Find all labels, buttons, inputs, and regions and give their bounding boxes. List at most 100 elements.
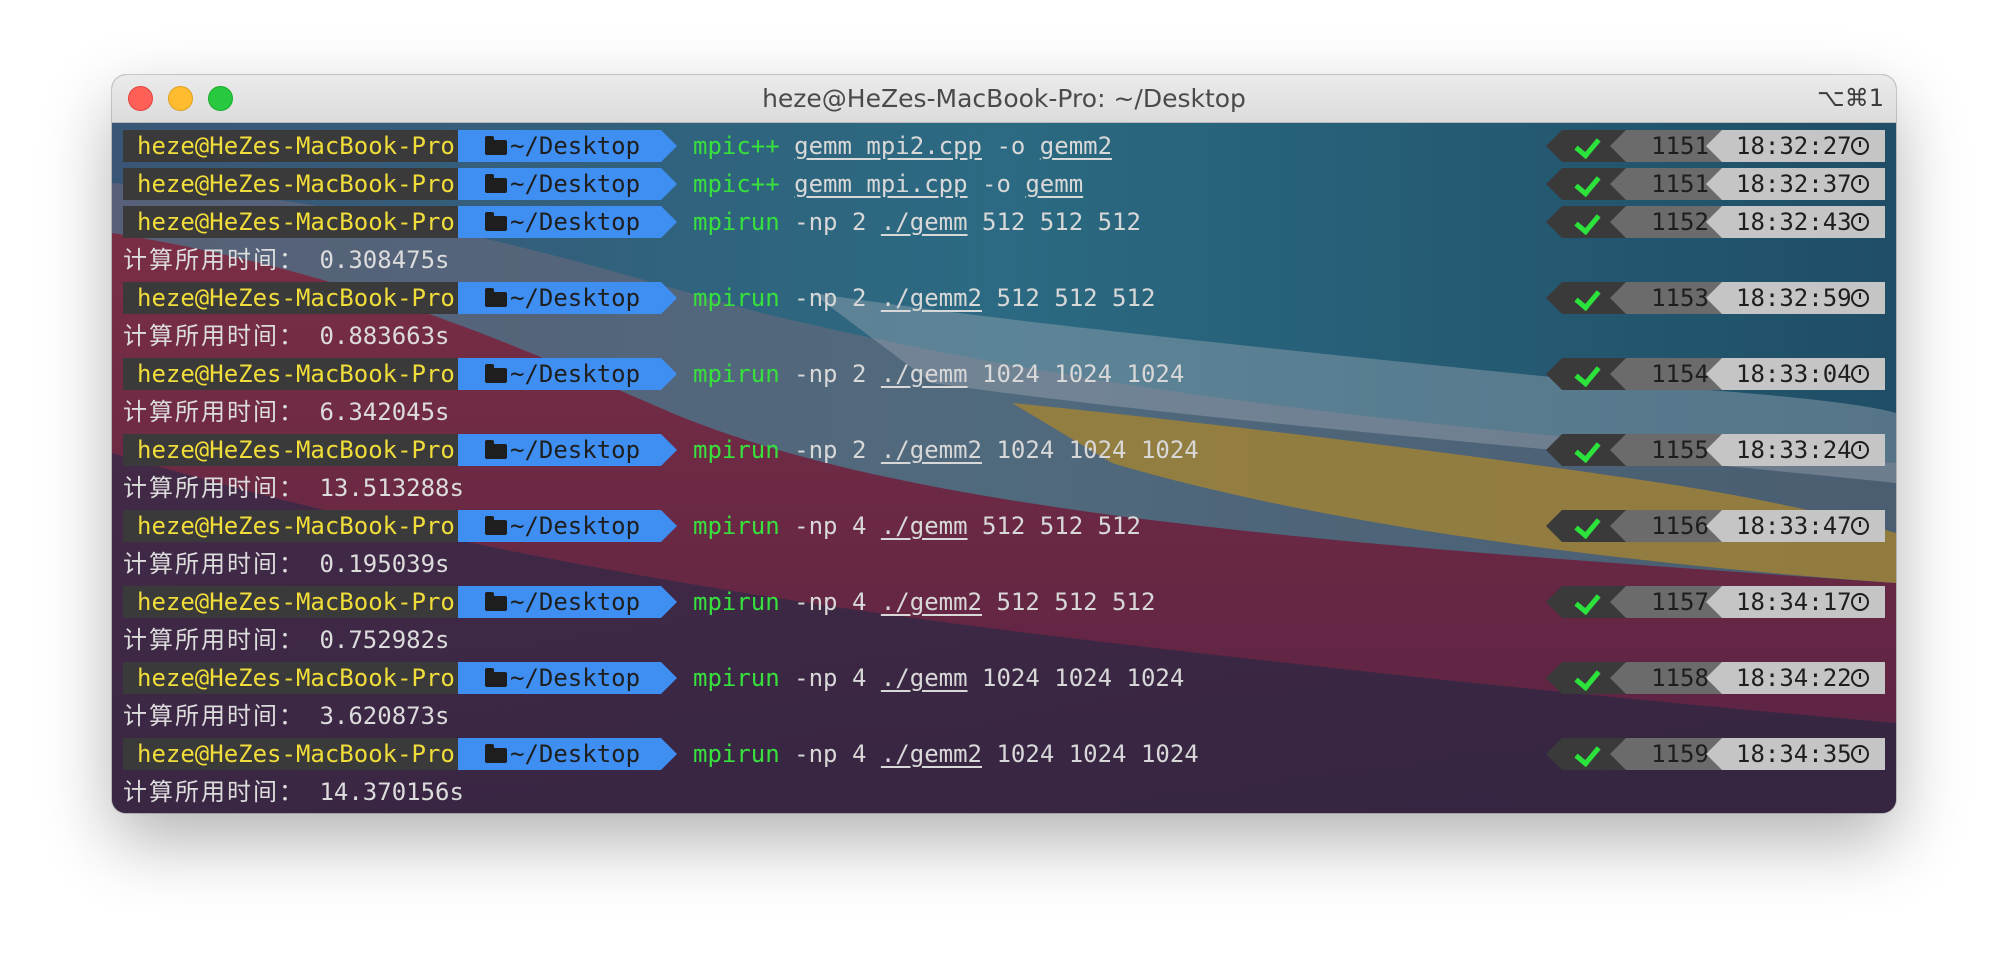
prompt-directory: ~/Desktop	[458, 130, 677, 162]
output-line: 计算所用时间： 0.195039s	[123, 545, 1886, 583]
command-line: heze@HeZes-MacBook-Pro ~/Desktop mpirun -n…	[123, 583, 1886, 621]
clock-icon	[1851, 669, 1869, 687]
prompt-directory-label: ~/Desktop	[510, 512, 641, 540]
folder-icon	[485, 744, 507, 763]
command-line: heze@HeZes-MacBook-Pro ~/Desktop mpic++ ge…	[123, 165, 1886, 203]
command-file[interactable]: ./gemm	[881, 512, 968, 540]
prompt-time: 18:33:04	[1706, 358, 1885, 390]
prompt-directory: ~/Desktop	[458, 358, 677, 390]
command-file[interactable]: ./gemm	[881, 208, 968, 236]
command-program: mpirun	[693, 360, 780, 388]
prompt-user: heze@HeZes-MacBook-Pro	[123, 434, 474, 466]
command-file[interactable]: gemm_mpi2.cpp	[794, 132, 982, 160]
command-file[interactable]: ./gemm2	[881, 740, 982, 768]
prompt-time: 18:32:43	[1706, 206, 1885, 238]
output-value: 14.370156s	[305, 778, 464, 806]
command-line: heze@HeZes-MacBook-Pro ~/Desktop mpirun -n…	[123, 431, 1886, 469]
prompt-directory-label: ~/Desktop	[510, 170, 641, 198]
prompt-user: heze@HeZes-MacBook-Pro	[123, 130, 474, 162]
command-file[interactable]: gemm2	[1040, 132, 1112, 160]
prompt-user: heze@HeZes-MacBook-Pro	[123, 358, 474, 390]
output-value: 0.308475s	[305, 246, 450, 274]
check-icon	[1574, 169, 1601, 198]
output-line: 计算所用时间： 0.752982s	[123, 621, 1886, 659]
command-file[interactable]: ./gemm2	[881, 284, 982, 312]
command-file[interactable]: ./gemm2	[881, 436, 982, 464]
check-icon	[1574, 131, 1601, 160]
command-program: mpic++	[693, 132, 780, 160]
command-file[interactable]: gemm	[1025, 170, 1083, 198]
output-label: 计算所用时间：	[123, 246, 305, 274]
output-value: 13.513288s	[305, 474, 464, 502]
command-line: heze@HeZes-MacBook-Pro ~/Desktop mpirun -n…	[123, 355, 1886, 393]
command-text[interactable]: mpirun -np 4 ./gemm 512 512 512	[693, 507, 1141, 545]
terminal-content[interactable]: heze@HeZes-MacBook-Pro ~/Desktop mpic++ ge…	[112, 123, 1896, 813]
prompt-time: 18:32:27	[1706, 130, 1885, 162]
command-line: heze@HeZes-MacBook-Pro ~/Desktop mpirun -n…	[123, 735, 1886, 773]
prompt-time: 18:32:59	[1706, 282, 1885, 314]
command-args: -o	[982, 132, 1040, 160]
output-value: 6.342045s	[305, 398, 450, 426]
output-line: 计算所用时间： 0.883663s	[123, 317, 1886, 355]
prompt-directory-label: ~/Desktop	[510, 740, 641, 768]
prompt-user: heze@HeZes-MacBook-Pro	[123, 586, 474, 618]
command-text[interactable]: mpirun -np 2 ./gemm 512 512 512	[693, 203, 1141, 241]
window-title: heze@HeZes-MacBook-Pro: ~/Desktop	[762, 84, 1246, 113]
command-args: 512 512 512	[967, 208, 1141, 236]
command-text[interactable]: mpic++ gemm_mpi.cpp -o gemm	[693, 165, 1083, 203]
clock-icon	[1851, 517, 1869, 535]
prompt-directory-label: ~/Desktop	[510, 132, 641, 160]
command-text[interactable]: mpirun -np 4 ./gemm2 512 512 512	[693, 583, 1155, 621]
check-icon	[1574, 283, 1601, 312]
check-icon	[1574, 207, 1601, 236]
output-label: 计算所用时间：	[123, 398, 305, 426]
command-line: heze@HeZes-MacBook-Pro ~/Desktop mpirun -n…	[123, 507, 1886, 545]
command-text[interactable]: mpic++ gemm_mpi2.cpp -o gemm2	[693, 127, 1112, 165]
prompt-directory: ~/Desktop	[458, 434, 677, 466]
prompt-time-label: 18:34:22	[1736, 664, 1852, 692]
prompt-time-label: 18:32:27	[1736, 132, 1852, 160]
command-line: heze@HeZes-MacBook-Pro ~/Desktop mpirun -n…	[123, 203, 1886, 241]
clock-icon	[1851, 175, 1869, 193]
window-shortcut: ⌥⌘1	[1817, 84, 1884, 112]
check-icon	[1574, 435, 1601, 464]
title-bar[interactable]: heze@HeZes-MacBook-Pro: ~/Desktop ⌥⌘1	[112, 75, 1896, 123]
prompt-time: 18:33:47	[1706, 510, 1885, 542]
output-text: 计算所用时间： 0.752982s	[123, 621, 1886, 659]
output-label: 计算所用时间：	[123, 778, 305, 806]
prompt-directory: ~/Desktop	[458, 510, 677, 542]
folder-icon	[485, 592, 507, 611]
check-icon	[1574, 359, 1601, 388]
check-icon	[1574, 739, 1601, 768]
command-file[interactable]: gemm_mpi.cpp	[794, 170, 967, 198]
output-value: 0.752982s	[305, 626, 450, 654]
command-program: mpirun	[693, 740, 780, 768]
command-text[interactable]: mpirun -np 4 ./gemm2 1024 1024 1024	[693, 735, 1199, 773]
command-args: -np 2	[779, 436, 881, 464]
output-line: 计算所用时间： 14.370156s	[123, 773, 1886, 811]
command-args: -np 2	[779, 284, 881, 312]
prompt-time-label: 18:33:47	[1736, 512, 1852, 540]
prompt-directory-label: ~/Desktop	[510, 284, 641, 312]
command-file[interactable]: ./gemm2	[881, 588, 982, 616]
command-text[interactable]: mpirun -np 2 ./gemm2 512 512 512	[693, 279, 1155, 317]
command-args: -o	[967, 170, 1026, 198]
command-args	[780, 170, 794, 198]
command-text[interactable]: mpirun -np 2 ./gemm 1024 1024 1024	[693, 355, 1184, 393]
command-program: mpirun	[693, 588, 780, 616]
command-text[interactable]: mpirun -np 4 ./gemm 1024 1024 1024	[693, 659, 1184, 697]
command-text[interactable]: mpirun -np 2 ./gemm2 1024 1024 1024	[693, 431, 1199, 469]
prompt-user: heze@HeZes-MacBook-Pro	[123, 282, 474, 314]
command-file[interactable]: ./gemm	[881, 360, 968, 388]
command-args: 512 512 512	[982, 284, 1156, 312]
prompt-directory: ~/Desktop	[458, 586, 677, 618]
command-file[interactable]: ./gemm	[881, 664, 968, 692]
prompt-directory-label: ~/Desktop	[510, 664, 641, 692]
check-icon	[1574, 663, 1601, 692]
prompt-user: heze@HeZes-MacBook-Pro	[123, 206, 474, 238]
prompt-user: heze@HeZes-MacBook-Pro	[123, 738, 474, 770]
prompt-user: heze@HeZes-MacBook-Pro	[123, 662, 474, 694]
clock-icon	[1851, 745, 1869, 763]
prompt-time: 18:34:22	[1706, 662, 1885, 694]
folder-icon	[485, 516, 507, 535]
